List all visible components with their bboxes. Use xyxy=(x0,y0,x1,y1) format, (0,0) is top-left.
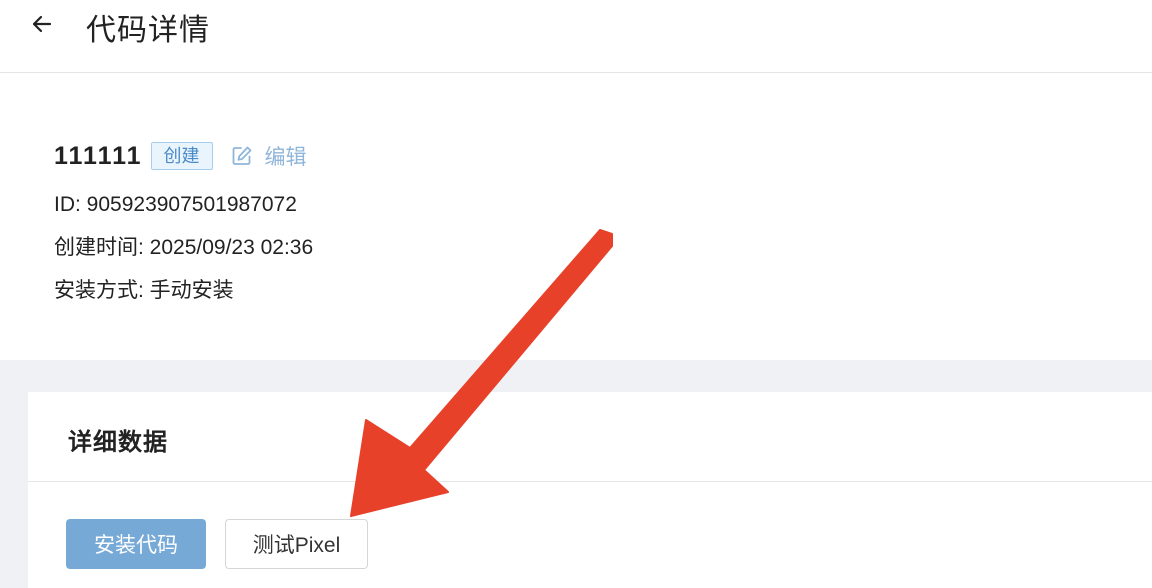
test-pixel-button[interactable]: 测试Pixel xyxy=(225,519,368,569)
detail-data-card: 详细数据 安装代码 测试Pixel xyxy=(28,392,1152,588)
page-header: 代码详情 xyxy=(0,0,1152,73)
install-method: 安装方式: 手动安装 xyxy=(54,279,234,302)
back-button[interactable] xyxy=(28,10,56,38)
code-name-row: 111111 创建 编辑 xyxy=(54,138,307,174)
code-name: 111111 xyxy=(54,141,143,170)
code-id: ID: 905923907501987072 xyxy=(54,193,297,216)
status-badge: 创建 xyxy=(150,142,213,170)
arrow-left-icon xyxy=(32,15,52,33)
edit-link[interactable]: 编辑 xyxy=(231,141,307,171)
card-divider xyxy=(28,481,1152,482)
card-title: 详细数据 xyxy=(68,429,168,456)
code-detail-page: 代码详情 111111 创建 编辑 ID: 905923907501987072… xyxy=(0,0,1152,588)
install-code-button[interactable]: 安装代码 xyxy=(66,519,206,569)
edit-icon xyxy=(232,146,251,165)
code-info: 111111 创建 编辑 ID: 905923907501987072 创建时间… xyxy=(54,138,313,303)
page-title: 代码详情 xyxy=(86,14,210,47)
created-time: 创建时间: 2025/09/23 02:36 xyxy=(54,236,314,259)
edit-label: 编辑 xyxy=(264,146,307,169)
